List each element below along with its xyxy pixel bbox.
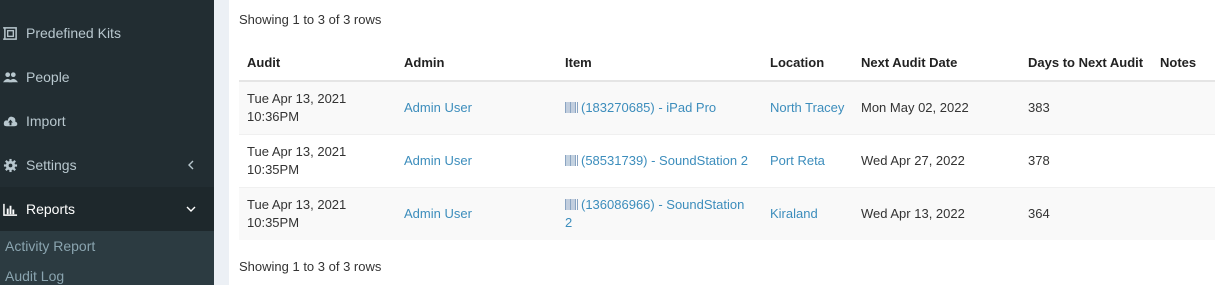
pagination-info-bottom: Showing 1 to 3 of 3 rows xyxy=(239,259,382,274)
location-cell: Port Reta xyxy=(762,133,853,187)
users-icon xyxy=(2,69,18,85)
audit-date: Tue Apr 13, 2021 xyxy=(247,90,347,106)
notes-cell xyxy=(1152,133,1215,187)
audit-time: 10:35PM xyxy=(247,161,300,177)
location-link[interactable]: Port Reta xyxy=(770,153,825,168)
item-cell: (136086966) - SoundStation 2 xyxy=(557,186,762,240)
column-header-location[interactable]: Location xyxy=(762,44,853,82)
audit-cell: Tue Apr 13, 2021 10:35PM xyxy=(239,186,396,240)
audit-time: 10:36PM xyxy=(247,108,300,124)
days-to-next-audit: 364 xyxy=(1020,186,1152,240)
sidebar-item-predefined-kits[interactable]: Predefined Kits xyxy=(0,11,214,55)
item-cell: (58531739) - SoundStation 2 xyxy=(557,133,762,187)
table-row: Tue Apr 13, 2021 10:35PM Admin User (585… xyxy=(239,133,1215,187)
admin-link[interactable]: Admin User xyxy=(404,153,472,168)
audit-time: 10:35PM xyxy=(247,214,300,230)
location-cell: Kiraland xyxy=(762,186,853,240)
column-header-admin[interactable]: Admin xyxy=(396,44,557,82)
location-cell: North Tracey xyxy=(762,80,853,134)
sidebar-item-settings[interactable]: Settings xyxy=(0,143,214,187)
item-link[interactable]: (58531739) - SoundStation 2 xyxy=(565,153,748,168)
pagination-info-top: Showing 1 to 3 of 3 rows xyxy=(239,12,382,27)
notes-cell xyxy=(1152,186,1215,240)
audit-cell: Tue Apr 13, 2021 10:35PM xyxy=(239,133,396,187)
item-label: (183270685) - iPad Pro xyxy=(581,99,717,115)
reports-submenu: Activity Report Audit Log xyxy=(0,231,214,285)
sidebar-item-import[interactable]: Import xyxy=(0,99,214,143)
sidebar-item-reports[interactable]: Reports xyxy=(0,187,214,231)
cloud-upload-icon xyxy=(2,113,18,129)
admin-cell: Admin User xyxy=(396,80,557,134)
audit-date: Tue Apr 13, 2021 xyxy=(247,143,347,159)
audit-panel: Showing 1 to 3 of 3 rows Audit Admin Ite… xyxy=(229,0,1215,285)
sidebar-item-people[interactable]: People xyxy=(0,55,214,99)
barcode-icon xyxy=(565,101,578,113)
item-cell: (183270685) - iPad Pro xyxy=(557,80,762,134)
submenu-item-activity-report[interactable]: Activity Report xyxy=(5,238,95,254)
admin-cell: Admin User xyxy=(396,133,557,187)
chevron-down-icon xyxy=(184,202,198,216)
admin-link[interactable]: Admin User xyxy=(404,100,472,115)
gear-icon xyxy=(2,157,18,173)
sidebar-item-label: Predefined Kits xyxy=(26,25,121,41)
table-row: Tue Apr 13, 2021 10:35PM Admin User (136… xyxy=(239,186,1215,240)
item-link[interactable]: (183270685) - iPad Pro xyxy=(565,100,716,115)
days-to-next-audit: 378 xyxy=(1020,133,1152,187)
column-header-notes[interactable]: Notes xyxy=(1152,44,1215,82)
audit-cell: Tue Apr 13, 2021 10:36PM xyxy=(239,80,396,134)
audit-table: Audit Admin Item Location Next Audit Dat… xyxy=(239,44,1215,240)
admin-cell: Admin User xyxy=(396,186,557,240)
sidebar-item-label: People xyxy=(26,69,70,85)
table-header-row: Audit Admin Item Location Next Audit Dat… xyxy=(239,44,1215,82)
item-link[interactable]: (136086966) - SoundStation 2 xyxy=(565,197,744,230)
barcode-icon xyxy=(565,154,578,166)
submenu-item-audit-log[interactable]: Audit Log xyxy=(5,268,64,284)
notes-cell xyxy=(1152,80,1215,134)
item-label: (136086966) - SoundStation 2 xyxy=(565,196,745,230)
next-audit-date: Mon May 02, 2022 xyxy=(853,80,1020,134)
sidebar: Predefined Kits People Import Settings R… xyxy=(0,0,214,285)
barcode-icon xyxy=(565,198,578,210)
chevron-left-icon xyxy=(184,158,198,172)
days-to-next-audit: 383 xyxy=(1020,80,1152,134)
next-audit-date: Wed Apr 27, 2022 xyxy=(853,133,1020,187)
column-header-next-audit-date[interactable]: Next Audit Date xyxy=(853,44,1020,82)
predefined-kits-icon xyxy=(2,25,18,41)
location-link[interactable]: North Tracey xyxy=(770,100,844,115)
sidebar-item-label: Reports xyxy=(26,201,76,217)
column-header-item[interactable]: Item xyxy=(557,44,762,82)
table-row: Tue Apr 13, 2021 10:36PM Admin User (183… xyxy=(239,80,1215,134)
sidebar-item-label: Settings xyxy=(26,157,77,173)
admin-link[interactable]: Admin User xyxy=(404,206,472,221)
column-header-audit[interactable]: Audit xyxy=(239,44,396,82)
sidebar-item-label: Import xyxy=(26,113,66,129)
location-link[interactable]: Kiraland xyxy=(770,206,818,221)
item-label: (58531739) - SoundStation 2 xyxy=(581,152,748,168)
bar-chart-icon xyxy=(2,201,18,217)
column-header-days-to-next-audit[interactable]: Days to Next Audit xyxy=(1020,44,1152,82)
audit-date: Tue Apr 13, 2021 xyxy=(247,196,347,212)
next-audit-date: Wed Apr 13, 2022 xyxy=(853,186,1020,240)
